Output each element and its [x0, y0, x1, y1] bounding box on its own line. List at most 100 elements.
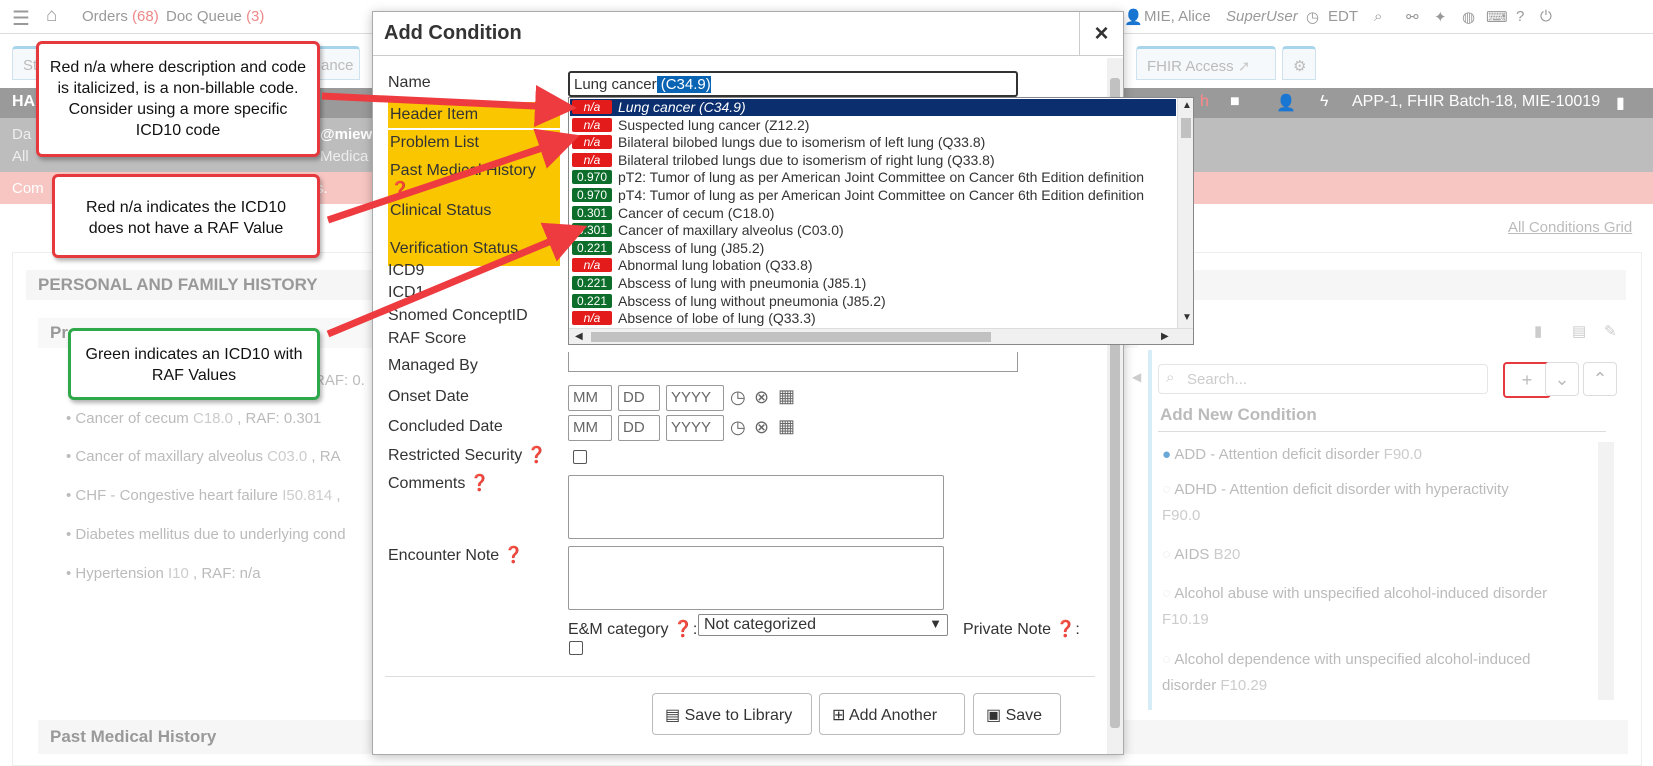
all-conditions-grid-link[interactable]: All Conditions Grid: [1508, 219, 1632, 236]
add-user-icon[interactable]: 👤: [1276, 93, 1296, 113]
dropdown-option[interactable]: 0.970 pT4: Tumor of lung as per American …: [570, 187, 1176, 204]
dropdown-option[interactable]: n/a Abnormal lung lobation (Q33.8): [570, 257, 1176, 274]
bg-condition-item[interactable]: • Hypertension I10 , RAF: n/a: [66, 565, 261, 582]
add-new-condition-heading: Add New Condition: [1160, 405, 1317, 424]
dropdown-option-text: Abscess of lung with pneumonia (J85.1): [618, 275, 867, 291]
video-icon[interactable]: ■: [1230, 93, 1240, 111]
dropdown-option[interactable]: n/a Absence of lobe of lung (Q33.3): [570, 310, 1176, 327]
expand-all-button[interactable]: ⌄: [1545, 362, 1579, 396]
condition-search-input[interactable]: Search...: [1158, 364, 1488, 394]
search-icon[interactable]: ⌕: [1374, 8, 1382, 25]
pencil-icon[interactable]: ✎: [1604, 322, 1617, 340]
collapse-all-button[interactable]: ⌃: [1583, 362, 1617, 396]
private-note-checkbox[interactable]: [569, 641, 583, 655]
name-input[interactable]: Lung cancer (C34.9): [568, 71, 1018, 97]
condition-option[interactable]: ○ AIDS B20: [1162, 542, 1582, 568]
bg-condition-item[interactable]: • CHF - Congestive heart failure I50.814…: [66, 487, 341, 504]
dropdown-option[interactable]: 0.221 Abscess of lung with pneumonia (J85…: [570, 275, 1176, 292]
clear-icon[interactable]: ⊗: [754, 417, 769, 438]
comments-textarea[interactable]: [568, 475, 944, 539]
dropdown-option[interactable]: 0.301 Cancer of maxillary alveolus (C03.0…: [570, 222, 1176, 239]
help-icon[interactable]: ❓: [470, 475, 490, 492]
concluded-month-input[interactable]: MM: [568, 415, 612, 441]
calendar-icon[interactable]: ▦: [778, 416, 795, 437]
doc-queue-link[interactable]: Doc Queue (3): [166, 8, 264, 25]
clock-icon[interactable]: ◷: [730, 417, 746, 438]
globe-icon[interactable]: ◍: [1462, 8, 1475, 26]
clock-icon[interactable]: ◷: [730, 387, 746, 408]
save-button[interactable]: ▣ Save: [973, 693, 1061, 735]
save-to-library-button[interactable]: ▤ Save to Library: [652, 693, 812, 735]
scroll-right-icon[interactable]: ▶: [1161, 331, 1169, 342]
help-icon[interactable]: ❓: [527, 447, 547, 464]
bg-condition-item[interactable]: • Diabetes mellitus due to underlying co…: [66, 526, 346, 543]
power-icon[interactable]: ⏻: [1540, 8, 1552, 25]
collapse-left-icon[interactable]: ◀: [1132, 370, 1141, 384]
circle-icon: ○: [1162, 585, 1172, 602]
orders-link[interactable]: Orders (68): [82, 8, 159, 25]
bg-condition-item[interactable]: • Cancer of maxillary alveolus C03.0 , R…: [66, 448, 341, 465]
condition-option[interactable]: ○ ADHD - Attention deficit disorder with…: [1162, 477, 1582, 529]
timezone: EDT: [1328, 8, 1358, 25]
name-label: Name: [388, 74, 431, 91]
tab-settings[interactable]: ⚙: [1282, 46, 1316, 80]
dropdown-option[interactable]: n/a Lung cancer (C34.9): [570, 99, 1176, 116]
bolt-icon[interactable]: ϟ: [1320, 93, 1328, 111]
dropdown-option[interactable]: 0.970 pT2: Tumor of lung as per American …: [570, 169, 1176, 186]
bookmark-icon[interactable]: ▮: [1534, 322, 1542, 340]
scrollbar-thumb[interactable]: [1181, 118, 1191, 138]
home-icon[interactable]: ⌂: [46, 5, 57, 27]
tab-fhir-access[interactable]: FHIR Access ➚: [1136, 46, 1276, 80]
condition-option[interactable]: ○ Alcohol abuse with unspecified alcohol…: [1162, 581, 1582, 633]
chart-icon[interactable]: ▮: [1616, 93, 1625, 113]
bg-condition-item[interactable]: • Cancer of cecum C18.0 , RAF: 0.301: [66, 410, 321, 427]
private-note-label: Private Note ❓:: [963, 621, 1080, 638]
raf-badge: 0.221: [572, 240, 612, 255]
condition-option[interactable]: ● ADD - Attention deficit disorder F90.0: [1162, 442, 1582, 468]
link-icon[interactable]: ⚯: [1406, 8, 1419, 26]
help-icon[interactable]: ❓: [673, 621, 693, 638]
help-icon[interactable]: ?: [1516, 8, 1524, 25]
menu-icon[interactable]: ☰: [12, 6, 30, 31]
managed-by-field[interactable]: [568, 352, 1018, 372]
add-another-button[interactable]: ⊞ Add Another: [819, 693, 965, 735]
right-panel-scrollbar[interactable]: [1598, 442, 1614, 700]
user-name[interactable]: MIE, Alice: [1144, 8, 1211, 25]
condition-option[interactable]: ○ Alcohol dependence with unspecified al…: [1162, 647, 1582, 699]
scroll-up-icon[interactable]: ▲: [1182, 100, 1192, 111]
dropdown-option[interactable]: n/a Bilateral bilobed lungs due to isomer…: [570, 134, 1176, 151]
book-icon[interactable]: ▤: [1572, 322, 1586, 340]
dropdown-option[interactable]: 0.301 Cancer of cecum (C18.0): [570, 205, 1176, 222]
scrollbar-thumb[interactable]: [591, 332, 991, 342]
patient-name[interactable]: APP-1, FHIR Batch-18, MIE-10019: [1352, 93, 1600, 111]
help-icon[interactable]: ❓: [1056, 621, 1076, 638]
help-icon[interactable]: ❓: [504, 547, 524, 564]
clear-icon[interactable]: ⊗: [754, 387, 769, 408]
onset-month-input[interactable]: MM: [568, 385, 612, 411]
concluded-year-input[interactable]: YYYY: [666, 415, 724, 441]
dropdown-vertical-scrollbar[interactable]: ▲ ▼: [1177, 98, 1193, 328]
problem-list-heading: Pr: [50, 323, 68, 342]
calendar-icon[interactable]: ▦: [778, 386, 795, 407]
concluded-day-input[interactable]: DD: [618, 415, 660, 441]
scroll-left-icon[interactable]: ◀: [575, 331, 583, 342]
circle-icon: ○: [1162, 481, 1172, 498]
em-category-select[interactable]: Not categorized ▼: [698, 614, 948, 636]
onset-year-input[interactable]: YYYY: [666, 385, 724, 411]
add-condition-button[interactable]: +: [1503, 362, 1551, 398]
close-button[interactable]: ×: [1079, 12, 1123, 56]
autocomplete-dropdown: n/aAbsence of lung (Q33.3)n/aAbsence of …: [568, 97, 1194, 345]
dropdown-option[interactable]: 0.221 Abscess of lung without pneumonia (…: [570, 293, 1176, 310]
dropdown-horizontal-scrollbar[interactable]: ◀ ▶: [569, 328, 1193, 344]
keyboard-icon[interactable]: ⌨: [1486, 8, 1508, 26]
wand-icon[interactable]: ✦: [1434, 8, 1447, 26]
dropdown-option[interactable]: n/a Bilateral trilobed lungs due to isome…: [570, 152, 1176, 169]
modal-header: Add Condition ×: [373, 12, 1123, 56]
dropdown-option-text: Abscess of lung (J85.2): [618, 239, 765, 256]
scroll-down-icon[interactable]: ▼: [1182, 312, 1192, 323]
dropdown-option[interactable]: 0.221 Abscess of lung (J85.2): [570, 240, 1176, 257]
encounter-note-textarea[interactable]: [568, 546, 944, 610]
dropdown-option[interactable]: n/a Suspected lung cancer (Z12.2): [570, 117, 1176, 134]
onset-day-input[interactable]: DD: [618, 385, 660, 411]
restricted-security-checkbox[interactable]: [573, 450, 587, 464]
